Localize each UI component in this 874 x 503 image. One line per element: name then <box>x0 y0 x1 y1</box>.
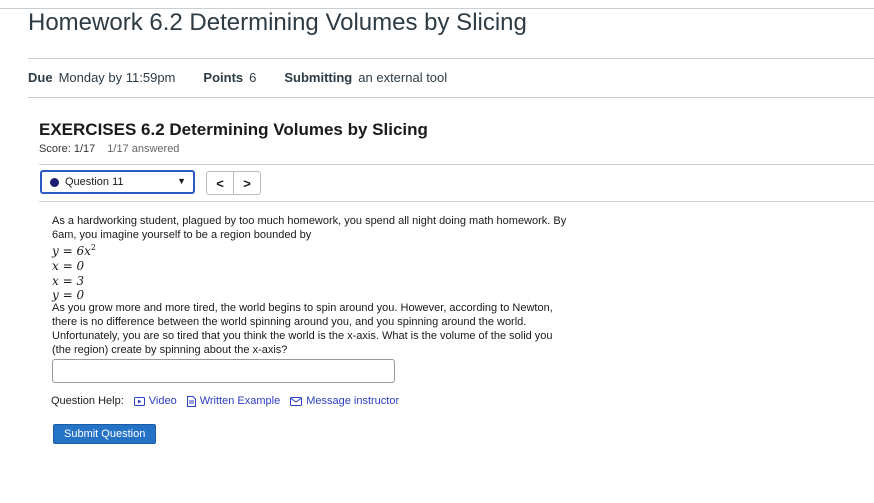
question-body-line-2: there is no difference between the world… <box>52 316 527 328</box>
title-divider <box>28 58 874 59</box>
submitting-label: Submitting <box>284 70 353 85</box>
submit-question-button[interactable]: Submit Question <box>53 424 157 444</box>
equation-1-exponent: 2 <box>90 243 96 252</box>
assignment-meta: Due Monday by 11:59pm Points 6 Submittin… <box>28 70 475 85</box>
due-value: Monday by 11:59pm <box>58 70 176 85</box>
written-example-link[interactable]: Written Example <box>186 395 281 407</box>
equation-3: x = 3 <box>52 274 85 288</box>
equation-1: y = 6x2 <box>52 243 96 258</box>
answer-input[interactable] <box>52 359 395 383</box>
envelope-icon <box>290 396 303 406</box>
question-help: Question Help: Video Written Example Mes… <box>51 395 399 407</box>
score-text: Score: 1/17 <box>39 143 96 155</box>
due-group: Due Monday by 11:59pm <box>28 70 175 85</box>
question-body-line-3: Unfortunately, you are so tired that you… <box>52 330 553 342</box>
equation-1-text: y = 6x <box>52 244 91 258</box>
message-instructor-link[interactable]: Message instructor <box>290 395 399 407</box>
page-title: Homework 6.2 Determining Volumes by Slic… <box>28 9 527 36</box>
exercise-title: EXERCISES 6.2 Determining Volumes by Sli… <box>39 120 428 139</box>
question-body-line-4: (the region) create by spinning about th… <box>52 344 288 356</box>
question-body-line-1: As you grow more and more tired, the wor… <box>52 302 553 314</box>
question-select[interactable]: Question 11 ▼ <box>40 170 195 194</box>
due-label: Due <box>28 70 53 85</box>
video-link[interactable]: Video <box>133 395 177 407</box>
answered-count: 1/17 answered <box>107 143 180 155</box>
score-line: Score: 1/17 1/17 answered <box>39 143 179 155</box>
question-intro-line-1: As a hardworking student, plagued by too… <box>52 215 567 227</box>
message-instructor-label: Message instructor <box>306 395 400 407</box>
status-dot-icon <box>50 177 59 187</box>
question-nav: < > <box>206 171 261 195</box>
points-group: Points 6 <box>203 70 256 85</box>
equation-4: y = 0 <box>52 288 85 302</box>
caret-down-icon: ▼ <box>177 176 186 186</box>
question-intro-line-2: 6am, you imagine yourself to be a region… <box>52 229 312 241</box>
meta-divider <box>28 97 874 98</box>
submitting-value: an external tool <box>358 70 448 85</box>
question-divider <box>39 201 874 202</box>
score-divider <box>39 164 874 165</box>
written-example-label: Written Example <box>199 395 281 407</box>
previous-question-button[interactable]: < <box>207 172 233 194</box>
question-help-label: Question Help: <box>51 395 124 407</box>
document-icon <box>186 395 196 407</box>
video-icon <box>133 396 145 406</box>
video-link-label: Video <box>148 395 177 407</box>
next-question-button[interactable]: > <box>233 172 260 194</box>
points-label: Points <box>203 70 244 85</box>
equation-2: x = 0 <box>52 259 85 273</box>
submitting-group: Submitting an external tool <box>284 70 447 85</box>
points-value: 6 <box>249 70 257 85</box>
question-select-value: Question 11 <box>65 176 124 188</box>
